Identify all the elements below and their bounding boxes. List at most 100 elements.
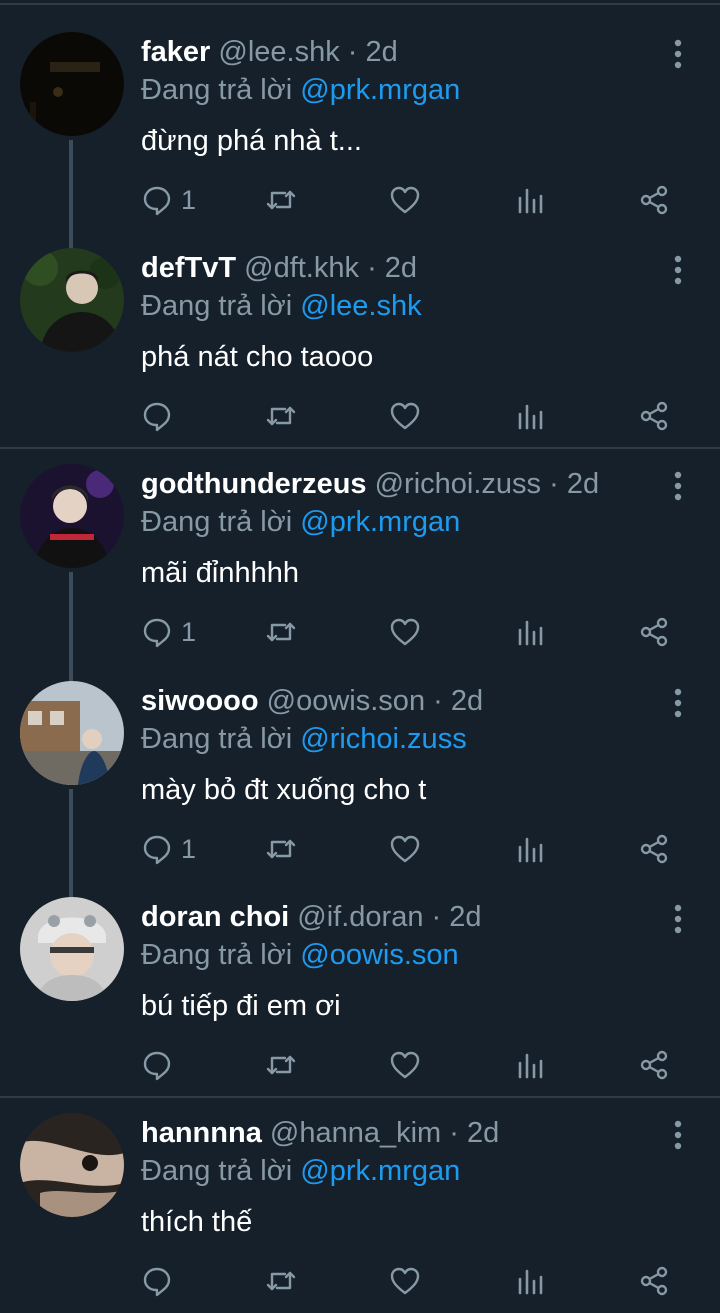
replying-to: Đang trả lời @prk.mrgan	[141, 72, 460, 108]
retweet-icon	[266, 839, 296, 859]
retweet-icon	[266, 406, 296, 426]
tweet-header: hannnna @hanna_kim · 2d	[141, 1115, 499, 1151]
share-button[interactable]	[638, 612, 670, 652]
tweet[interactable]: hannnna @hanna_kim · 2d Đang trả lời @pr…	[0, 1081, 720, 1297]
tweet-text: phá nát cho taooo	[141, 341, 374, 373]
tweet[interactable]: godthunderzeus @richoi.zuss · 2d Đang tr…	[0, 432, 720, 682]
tweet-header: godthunderzeus @richoi.zuss · 2d	[141, 466, 599, 502]
mention-link[interactable]: @prk.mrgan	[300, 74, 460, 106]
mention-link[interactable]: @oowis.son	[300, 939, 458, 971]
mention-link[interactable]: @richoi.zuss	[300, 723, 466, 755]
retweet-button[interactable]	[265, 829, 297, 869]
tweet-actions	[0, 1261, 720, 1301]
tweet-text: mày bỏ đt xuống cho t	[141, 774, 427, 806]
mention-link[interactable]: @prk.mrgan	[300, 1155, 460, 1187]
reply-icon	[143, 402, 171, 432]
user-handle[interactable]: @richoi.zuss	[375, 468, 541, 500]
display-name[interactable]: defTvT	[141, 252, 236, 284]
reply-button[interactable]: 1	[141, 612, 196, 652]
user-handle[interactable]: @if.doran	[297, 901, 423, 933]
avatar[interactable]	[20, 464, 124, 568]
tweet-header: faker @lee.shk · 2d	[141, 34, 398, 70]
more-vertical-icon[interactable]	[664, 470, 692, 502]
share-button[interactable]	[638, 1261, 670, 1301]
tweet[interactable]: faker @lee.shk · 2d Đang trả lời @prk.mr…	[0, 0, 720, 250]
reply-button[interactable]: 1	[141, 180, 196, 220]
like-button[interactable]	[389, 396, 421, 436]
analytics-button[interactable]	[514, 396, 546, 436]
share-icon	[640, 617, 668, 647]
like-button[interactable]	[389, 180, 421, 220]
avatar[interactable]	[20, 681, 124, 785]
reply-button[interactable]	[141, 1045, 181, 1085]
retweet-button[interactable]	[265, 1045, 297, 1085]
user-handle[interactable]: @lee.shk	[218, 36, 339, 68]
retweet-button[interactable]	[265, 612, 297, 652]
analytics-button[interactable]	[514, 1045, 546, 1085]
more-vertical-icon[interactable]	[664, 903, 692, 935]
timestamp: · 2d	[431, 901, 482, 933]
user-handle[interactable]: @hanna_kim	[270, 1117, 441, 1149]
like-button[interactable]	[389, 612, 421, 652]
analytics-button[interactable]	[514, 829, 546, 869]
tweet[interactable]: doran choi @if.doran · 2d Đang trả lời @…	[0, 865, 720, 1081]
reply-button[interactable]	[141, 1261, 181, 1301]
replying-to-label: Đang trả lời	[141, 1155, 293, 1187]
reply-count: 1	[181, 184, 197, 215]
tweet[interactable]: siwoooo @oowis.son · 2d Đang trả lời @ri…	[0, 649, 720, 899]
replying-to-label: Đang trả lời	[141, 74, 293, 106]
retweet-button[interactable]	[265, 180, 297, 220]
replying-to: Đang trả lời @prk.mrgan	[141, 504, 460, 540]
analytics-icon	[518, 1053, 543, 1079]
display-name[interactable]: doran choi	[141, 901, 289, 933]
like-icon	[390, 1051, 420, 1079]
display-name[interactable]: godthunderzeus	[141, 468, 367, 500]
analytics-icon	[518, 1269, 543, 1295]
share-icon	[640, 401, 668, 431]
tweet-actions: 1	[0, 180, 720, 220]
reply-icon	[143, 618, 171, 648]
timestamp: · 2d	[449, 1117, 500, 1149]
share-button[interactable]	[638, 396, 670, 436]
retweet-button[interactable]	[265, 1261, 297, 1301]
display-name[interactable]: faker	[141, 36, 210, 68]
share-button[interactable]	[638, 1045, 670, 1085]
tweet-text: mãi đỉnhhhh	[141, 557, 299, 589]
tweet-text: đừng phá nhà t...	[141, 125, 362, 157]
avatar[interactable]	[20, 897, 124, 1001]
mention-link[interactable]: @prk.mrgan	[300, 506, 460, 538]
share-icon	[640, 1050, 668, 1080]
more-vertical-icon[interactable]	[664, 38, 692, 70]
like-icon	[390, 402, 420, 430]
user-handle[interactable]: @dft.khk	[244, 252, 359, 284]
like-button[interactable]	[389, 829, 421, 869]
share-button[interactable]	[638, 180, 670, 220]
user-handle[interactable]: @oowis.son	[267, 685, 425, 717]
analytics-button[interactable]	[514, 180, 546, 220]
reply-button[interactable]	[141, 396, 181, 436]
tweet-header: siwoooo @oowis.son · 2d	[141, 683, 483, 719]
reply-button[interactable]: 1	[141, 829, 196, 869]
share-icon	[640, 1266, 668, 1296]
tweet[interactable]: defTvT @dft.khk · 2d Đang trả lời @lee.s…	[0, 216, 720, 432]
avatar[interactable]	[20, 248, 124, 352]
reply-icon	[143, 186, 171, 216]
analytics-button[interactable]	[514, 612, 546, 652]
more-vertical-icon[interactable]	[664, 687, 692, 719]
display-name[interactable]: siwoooo	[141, 685, 259, 717]
retweet-icon	[266, 622, 296, 642]
share-button[interactable]	[638, 829, 670, 869]
like-button[interactable]	[389, 1261, 421, 1301]
like-button[interactable]	[389, 1045, 421, 1085]
replying-to-label: Đang trả lời	[141, 290, 293, 322]
avatar[interactable]	[20, 32, 124, 136]
analytics-button[interactable]	[514, 1261, 546, 1301]
avatar[interactable]	[20, 1113, 124, 1217]
more-vertical-icon[interactable]	[664, 254, 692, 286]
mention-link[interactable]: @lee.shk	[300, 290, 421, 322]
more-vertical-icon[interactable]	[664, 1119, 692, 1151]
like-icon	[390, 186, 420, 214]
tweet-header: defTvT @dft.khk · 2d	[141, 250, 417, 286]
display-name[interactable]: hannnna	[141, 1117, 262, 1149]
retweet-button[interactable]	[265, 396, 297, 436]
